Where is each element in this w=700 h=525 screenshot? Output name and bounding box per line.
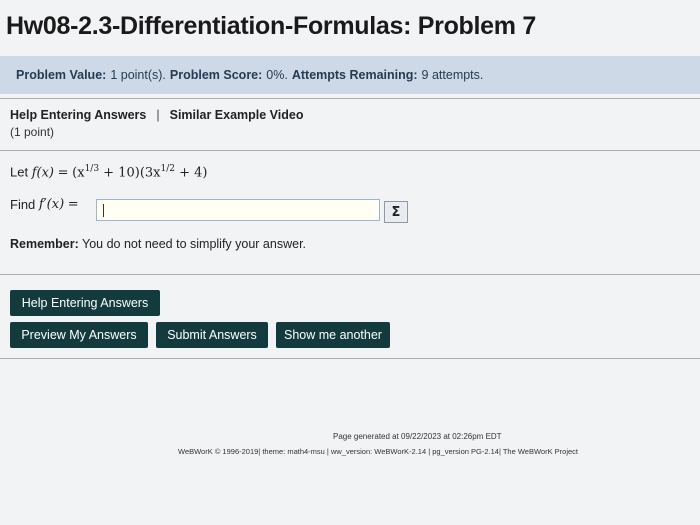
expression-part-2: + 10)(3x [99, 165, 161, 181]
divider [0, 98, 700, 99]
submit-answers-button[interactable]: Submit Answers [156, 322, 268, 348]
divider [0, 358, 700, 359]
sigma-icon: Σ [391, 204, 401, 220]
derivative-name: f′(x) [38, 197, 65, 212]
remember-label: Remember: [10, 237, 79, 251]
webwork-problem-page: Hw08-2.3-Differentiation-Formulas: Probl… [0, 0, 700, 525]
attempts-remaining-text: 9 attempts. [421, 68, 484, 82]
remember-text: You do not need to simplify your answer. [78, 237, 307, 251]
similar-example-video-link[interactable]: Similar Example Video [170, 108, 304, 122]
page-title: Hw08-2.3-Differentiation-Formulas: Probl… [6, 12, 536, 40]
problem-score-label: Problem Score: [169, 68, 263, 82]
problem-points: (1 point) [10, 125, 55, 139]
expression-part-1: (x [72, 165, 85, 181]
let-label: Let [10, 164, 29, 180]
equation-editor-button[interactable]: Σ [384, 201, 408, 223]
divider [0, 150, 700, 151]
function-name: f(x) [31, 165, 54, 181]
equals-sign: = [67, 197, 79, 212]
answer-input[interactable] [96, 199, 380, 221]
expression-part-3: + 4) [174, 165, 208, 181]
help-links-row: Help Entering Answers | Similar Example … [10, 108, 303, 122]
remember-note: Remember: You do not need to simplify yo… [10, 237, 306, 251]
attempts-remaining-label: Attempts Remaining: [291, 68, 418, 82]
problem-info-bar: Problem Value: 1 point(s). Problem Score… [0, 56, 700, 94]
footer-credits: WeBWorK © 1996-2019| theme: math4-msu | … [178, 447, 579, 456]
text-caret [103, 204, 104, 217]
find-label: Find [10, 197, 36, 212]
problem-statement: Let f(x) = (x1/3 + 10)(3x1/2 + 4) [10, 164, 207, 180]
problem-value-text: 1 point(s). [110, 68, 166, 82]
problem-score-text: 0%. [266, 68, 288, 82]
help-entering-answers-button[interactable]: Help Entering Answers [10, 290, 160, 316]
problem-value-label: Problem Value: [16, 68, 107, 82]
equals-sign: = [57, 165, 69, 181]
show-me-another-button[interactable]: Show me another [276, 322, 390, 348]
exponent-2: 1/2 [160, 164, 175, 174]
help-entering-answers-link[interactable]: Help Entering Answers [10, 108, 146, 122]
divider [0, 274, 700, 275]
preview-answers-button[interactable]: Preview My Answers [10, 322, 148, 348]
exponent-1: 1/3 [84, 164, 100, 174]
find-derivative-row: Find f′(x) = [10, 197, 79, 212]
page-generated-timestamp: Page generated at 09/22/2023 at 02:26pm … [333, 432, 502, 441]
link-separator: | [156, 108, 160, 122]
